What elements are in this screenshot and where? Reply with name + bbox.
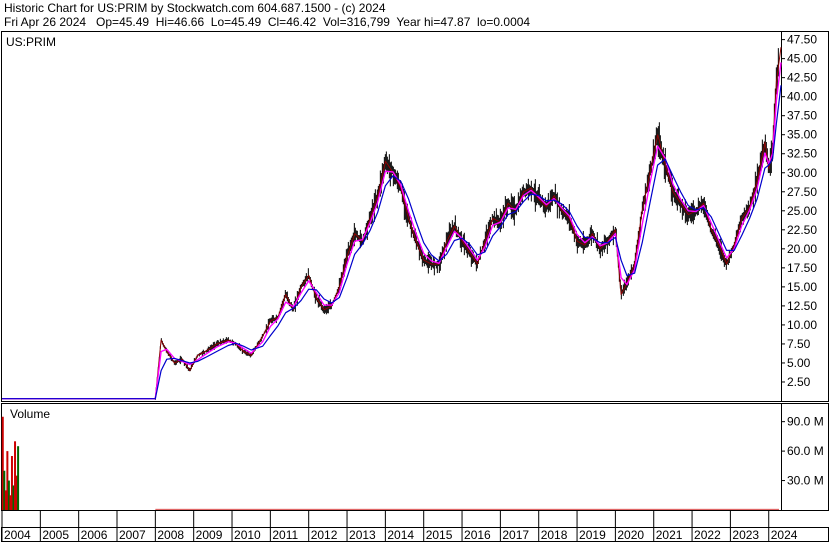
price-tick-label: 12.50 [787,299,817,313]
year-label: 2009 [196,528,223,542]
volume-tick-label: 90.0 M [787,415,824,429]
year-label: 2016 [464,528,491,542]
year-label: 2019 [579,528,606,542]
volume-axis: 90.0 M 60.0 M 30.0 M [781,415,824,488]
price-tick-label: 42.50 [787,71,817,85]
short-moving-average-line [2,62,782,400]
year-label: 2013 [349,528,376,542]
year-label: 2006 [81,528,108,542]
year-label: 2024 [771,528,798,542]
price-tick-label: 17.50 [787,261,817,275]
price-tick-label: 2.50 [787,375,811,389]
volume-label: Volume [10,407,50,421]
price-lines [2,47,782,400]
year-label: 2004 [4,528,31,542]
price-bars [154,48,779,400]
price-tick-label: 37.50 [787,109,817,123]
year-label: 2017 [502,528,529,542]
close-line [2,47,782,400]
price-tick-label: 30.00 [787,166,817,180]
year-axis: 2004 2005 2006 2007 2008 2009 2010 2011 2012 2013… [1,511,798,542]
volume-tick-label: 30.0 M [787,474,824,488]
year-label: 2023 [732,528,759,542]
price-tick-label: 22.50 [787,223,817,237]
year-label: 2018 [541,528,568,542]
year-label: 2015 [426,528,453,542]
volume-baseline-band [155,508,780,510]
year-label: 2014 [387,528,414,542]
historic-chart: US:PRIM Volume 47.50 45.00 42.50 40.00 37.50… [1,31,829,542]
price-tick-label: 20.00 [787,242,817,256]
price-tick-label: 5.00 [787,356,811,370]
year-label: 2022 [694,528,721,542]
volume-bar [17,446,20,510]
year-label: 2021 [656,528,683,542]
price-tick-label: 45.00 [787,52,817,66]
price-tick-label: 40.00 [787,90,817,104]
year-label: 2005 [42,528,69,542]
price-tick-label: 35.00 [787,128,817,142]
year-label: 2010 [234,528,261,542]
price-tick-label: 7.50 [787,337,811,351]
year-label: 2012 [311,528,338,542]
year-label: 2008 [157,528,184,542]
price-tick-label: 27.50 [787,185,817,199]
price-axis: 47.50 45.00 42.50 40.00 37.50 35.00 32.50 30.00… [781,33,817,389]
price-tick-label: 15.00 [787,280,817,294]
price-tick-label: 32.50 [787,147,817,161]
price-tick-label: 47.50 [787,33,817,47]
year-label: 2011 [272,528,298,542]
long-moving-average-line [2,85,782,400]
price-tick-label: 10.00 [787,318,817,332]
symbol-label: US:PRIM [6,35,56,49]
price-tick-label: 25.00 [787,204,817,218]
year-label: 2020 [617,528,644,542]
volume-panel-frame [1,403,829,511]
volume-tick-label: 60.0 M [787,444,824,458]
year-label: 2007 [119,528,146,542]
volume-bars [1,416,780,510]
